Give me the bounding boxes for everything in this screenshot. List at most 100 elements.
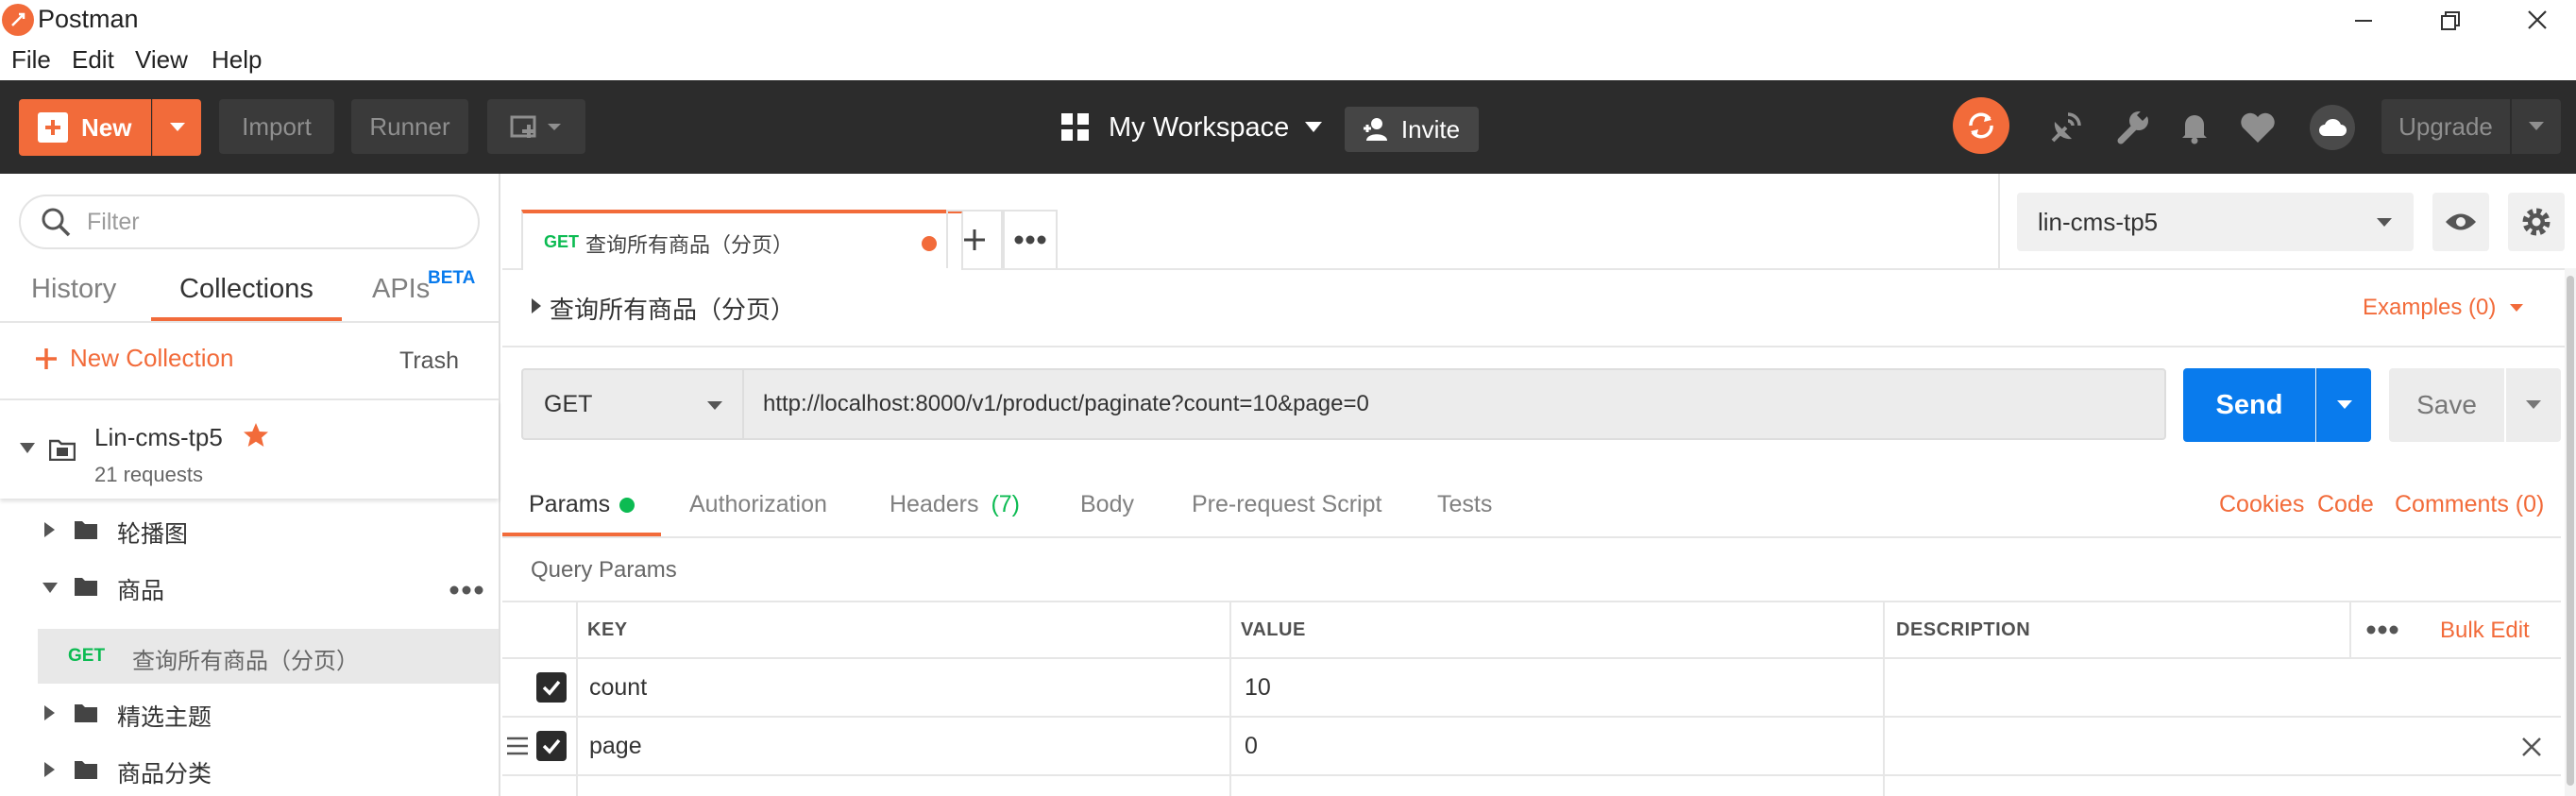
plus-icon (36, 347, 57, 369)
caret-down-icon (42, 583, 58, 593)
url-input[interactable]: http://localhost:8000/v1/product/paginat… (742, 368, 2166, 440)
param-key[interactable]: count (589, 674, 647, 702)
chevron-down-icon (2377, 218, 2392, 227)
bulk-edit-link[interactable]: Bulk Edit (2440, 618, 2530, 644)
minimize-icon[interactable] (2349, 8, 2378, 34)
drag-handle-icon[interactable] (506, 737, 529, 755)
scrollbar[interactable] (2565, 268, 2576, 796)
menu-view[interactable]: View (135, 45, 188, 75)
examples-button[interactable]: Examples (0) (2363, 295, 2524, 321)
more-horizontal-icon[interactable] (449, 585, 483, 595)
chevron-down-icon (2529, 122, 2544, 130)
more-horizontal-icon[interactable] (2366, 625, 2398, 635)
workspace-selector[interactable]: My Workspace (1061, 103, 1323, 152)
url-value: http://localhost:8000/v1/product/paginat… (763, 391, 1369, 416)
cloud-status-button[interactable] (2310, 105, 2355, 150)
new-collection-button[interactable]: New Collection (34, 344, 233, 373)
tab-headers[interactable]: Headers (7) (890, 491, 1020, 518)
satellite-icon[interactable] (2047, 109, 2085, 146)
folder-row[interactable]: 精选主题 (0, 689, 499, 742)
caret-right-icon (44, 762, 55, 777)
tab-apis[interactable]: APIs (372, 274, 430, 305)
request-tab[interactable]: GET 查询所有商品（分页） (521, 210, 963, 270)
tab-params[interactable]: Params (529, 491, 636, 518)
sync-icon (1969, 112, 1993, 139)
invite-label: Invite (1400, 114, 1461, 144)
import-button[interactable]: Import (219, 99, 334, 154)
heart-icon[interactable] (2238, 109, 2278, 146)
unsaved-dot-icon (922, 236, 937, 251)
send-label: Send (2215, 389, 2283, 420)
environment-select[interactable]: lin-cms-tp5 (2017, 193, 2414, 251)
save-label: Save (2416, 390, 2477, 419)
runner-button[interactable]: Runner (351, 99, 468, 154)
new-button[interactable]: New (19, 99, 151, 156)
add-person-icon (1363, 118, 1387, 141)
query-params-title: Query Params (531, 557, 677, 583)
code-link[interactable]: Code (2317, 491, 2374, 518)
environment-quick-look-button[interactable] (2432, 193, 2489, 251)
caret-right-icon (44, 522, 55, 537)
tab-tests[interactable]: Tests (1437, 491, 1492, 518)
new-button-label: New (81, 112, 132, 142)
scrollbar-thumb[interactable] (2567, 276, 2574, 786)
folder-row[interactable]: 商品 (0, 563, 499, 616)
upgrade-button[interactable]: Upgrade (2381, 99, 2510, 154)
param-value[interactable]: 0 (1245, 733, 1258, 760)
new-collection-label: New Collection (70, 344, 234, 372)
star-icon[interactable] (242, 421, 270, 449)
upgrade-dropdown-button[interactable] (2512, 99, 2561, 154)
request-item[interactable]: GET 查询所有商品（分页） (38, 629, 499, 684)
send-button[interactable]: Send (2183, 368, 2315, 442)
divider (502, 601, 2561, 602)
tab-body[interactable]: Body (1080, 491, 1134, 518)
param-value[interactable]: 10 (1245, 674, 1271, 702)
trash-button[interactable]: Trash (399, 347, 459, 375)
caret-right-icon (44, 705, 55, 720)
tab-authorization[interactable]: Authorization (689, 491, 827, 518)
filter-field[interactable]: Filter (19, 195, 480, 249)
comments-link[interactable]: Comments (0) (2395, 491, 2544, 518)
table-row: count 10 (502, 659, 2561, 716)
tab-options-button[interactable] (1003, 210, 1058, 268)
close-icon[interactable] (2521, 737, 2542, 757)
tab-pre-request-script[interactable]: Pre-request Script (1192, 491, 1381, 518)
params-active-dot-icon (619, 497, 636, 513)
divider (1998, 174, 2000, 268)
wrench-icon[interactable] (2113, 109, 2151, 146)
caret-right-icon[interactable] (531, 297, 542, 314)
row-checkbox[interactable] (536, 731, 567, 761)
send-dropdown-button[interactable] (2316, 368, 2371, 442)
close-window-icon[interactable] (2523, 6, 2551, 34)
folder-row[interactable]: 商品分类 (0, 746, 499, 796)
row-checkbox[interactable] (536, 672, 567, 703)
folder-icon (75, 578, 97, 596)
save-button[interactable]: Save (2389, 368, 2504, 442)
new-dropdown-button[interactable] (152, 99, 201, 156)
caret-down-icon (20, 443, 35, 453)
grid-icon (1061, 113, 1089, 141)
method-select-value: GET (544, 391, 593, 417)
restore-icon[interactable] (2436, 8, 2465, 34)
chevron-down-icon (2526, 400, 2541, 409)
sync-button[interactable] (1953, 97, 2009, 154)
add-tab-button[interactable] (946, 210, 1003, 268)
filter-input[interactable]: Filter (87, 209, 140, 236)
tab-collections[interactable]: Collections (179, 274, 314, 305)
collection-item[interactable]: Lin-cms-tp5 21 requests (0, 400, 499, 499)
cloud-icon (2319, 118, 2347, 136)
tab-history[interactable]: History (31, 274, 116, 305)
bell-icon[interactable] (2176, 109, 2213, 146)
beta-badge: BETA (428, 268, 476, 288)
menu-edit[interactable]: Edit (72, 45, 114, 75)
method-select[interactable]: GET (521, 368, 742, 440)
menu-help[interactable]: Help (212, 45, 262, 75)
param-key[interactable]: page (589, 733, 642, 760)
invite-button[interactable]: Invite (1345, 107, 1479, 152)
cookies-link[interactable]: Cookies (2219, 491, 2304, 518)
manage-environments-button[interactable] (2508, 193, 2565, 251)
folder-row[interactable]: 轮播图 (0, 506, 499, 559)
menu-file[interactable]: File (11, 45, 51, 75)
save-dropdown-button[interactable] (2506, 368, 2561, 442)
new-window-button[interactable] (487, 99, 585, 154)
